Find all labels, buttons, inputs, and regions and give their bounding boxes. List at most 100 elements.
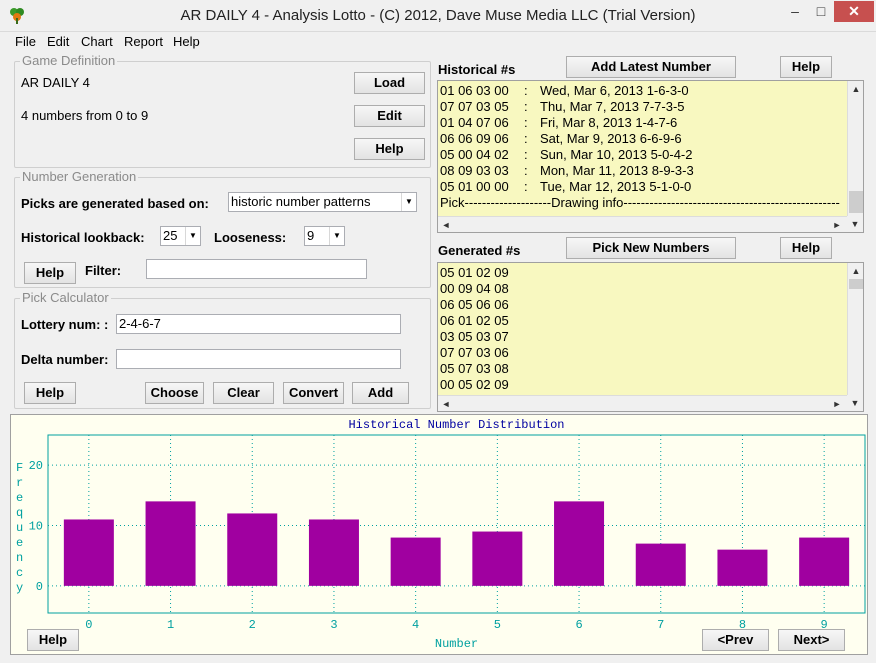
- picks-select[interactable]: historic number patterns ▼: [228, 192, 417, 212]
- chart-title: Historical Number Distribution: [348, 418, 564, 432]
- menu-help[interactable]: Help: [173, 34, 200, 49]
- historical-separator: :: [524, 115, 528, 130]
- historical-row[interactable]: 06 06 09 06: Sat, Mar 9, 2013 6-6-9-6: [440, 131, 682, 147]
- title-bar: AR DAILY 4 - Analysis Lotto - (C) 2012, …: [0, 0, 876, 32]
- x-tick-label: 4: [412, 618, 419, 632]
- looseness-select[interactable]: 9 ▼: [304, 226, 345, 246]
- generated-row[interactable]: 00 09 04 08: [440, 281, 509, 297]
- distribution-chart: Historical Number Distribution 0 10 20 0 1 2 3 4…: [16, 418, 866, 651]
- game-name: AR DAILY 4: [21, 75, 90, 90]
- scroll-right-arrow-icon[interactable]: ►: [829, 217, 845, 232]
- generated-row[interactable]: 03 05 03 07: [440, 329, 509, 345]
- y-axis-label: Frequency: [16, 461, 23, 595]
- menu-chart[interactable]: Chart: [81, 34, 113, 49]
- bar-4: [390, 537, 441, 586]
- historical-numbers: 08 09 03 03: [440, 163, 509, 178]
- game-description: 4 numbers from 0 to 9: [21, 108, 149, 123]
- generated-hscroll[interactable]: ◄ ►: [438, 395, 847, 411]
- historical-numbers: 07 07 03 05: [440, 99, 509, 114]
- generated-row[interactable]: 07 07 03 06: [440, 345, 509, 361]
- historical-hscroll[interactable]: ◄ ►: [438, 216, 847, 232]
- generated-row[interactable]: 05 07 03 08: [440, 361, 509, 377]
- historical-separator: :: [524, 147, 528, 162]
- historical-list[interactable]: 01 06 03 00: Wed, Mar 6, 2013 1-6-3-0 07 0…: [437, 80, 864, 233]
- lottery-num-input[interactable]: 2-4-6-7: [116, 314, 401, 334]
- historical-drawing-info: Mon, Mar 11, 2013 8-9-3-3: [540, 163, 694, 178]
- clear-button[interactable]: Clear: [213, 382, 274, 404]
- historical-row[interactable]: 05 01 00 00: Tue, Mar 12, 2013 5-1-0-0: [440, 179, 691, 195]
- generated-row[interactable]: 06 05 06 06: [440, 297, 509, 313]
- scroll-left-arrow-icon[interactable]: ◄: [438, 396, 454, 411]
- generated-vscroll[interactable]: ▲: [847, 263, 863, 395]
- historical-separator: :: [524, 163, 528, 178]
- generated-row[interactable]: 06 01 02 05: [440, 313, 509, 329]
- x-tick-label: 0: [85, 618, 92, 632]
- maximize-button[interactable]: □: [808, 1, 834, 22]
- historical-drawing-info: Sun, Mar 10, 2013 5-0-4-2: [540, 147, 693, 162]
- bar-8: [717, 549, 768, 586]
- calculator-help-button[interactable]: Help: [24, 382, 76, 404]
- menu-report[interactable]: Report: [124, 34, 163, 49]
- minimize-button[interactable]: –: [782, 1, 808, 22]
- x-tick-label: 2: [249, 618, 256, 632]
- historical-vscroll[interactable]: ▲: [847, 81, 863, 216]
- historical-separator: :: [524, 99, 528, 114]
- historical-row[interactable]: 01 06 03 00: Wed, Mar 6, 2013 1-6-3-0: [440, 83, 689, 99]
- x-tick-label: 1: [167, 618, 174, 632]
- edit-button[interactable]: Edit: [354, 105, 425, 127]
- historical-numbers: 01 06 03 00: [440, 83, 509, 98]
- window-title: AR DAILY 4 - Analysis Lotto - (C) 2012, …: [180, 7, 696, 24]
- bar-1: [145, 501, 196, 586]
- filter-input[interactable]: [146, 259, 367, 279]
- scroll-up-arrow-icon[interactable]: ▲: [848, 263, 863, 279]
- scroll-up-arrow-icon[interactable]: ▲: [848, 81, 863, 97]
- game-help-button[interactable]: Help: [354, 138, 425, 160]
- scroll-thumb[interactable]: [849, 191, 863, 213]
- distribution-chart-area: Historical Number Distribution 0 10 20 0 1 2 3 4…: [10, 414, 868, 655]
- choose-button[interactable]: Choose: [145, 382, 204, 404]
- historical-drawing-info: Wed, Mar 6, 2013 1-6-3-0: [540, 83, 689, 98]
- looseness-label: Looseness:: [214, 230, 287, 245]
- scroll-right-arrow-icon[interactable]: ►: [829, 396, 845, 411]
- generated-row[interactable]: 00 05 02 09: [440, 377, 509, 393]
- lottery-num-label: Lottery num: :: [21, 317, 109, 332]
- next-button[interactable]: Next>: [778, 629, 845, 651]
- generated-list[interactable]: 05 01 02 09 00 09 04 08 06 05 06 06 06 01 0…: [437, 262, 864, 412]
- add-latest-number-button[interactable]: Add Latest Number: [566, 56, 736, 78]
- historical-row[interactable]: 08 09 03 03: Mon, Mar 11, 2013 8-9-3-3: [440, 163, 694, 179]
- bar-9: [799, 537, 850, 586]
- generated-row[interactable]: 05 01 02 09: [440, 265, 509, 281]
- prev-button[interactable]: <Prev: [702, 629, 769, 651]
- add-button[interactable]: Add: [352, 382, 409, 404]
- historical-row[interactable]: 05 00 04 02: Sun, Mar 10, 2013 5-0-4-2: [440, 147, 692, 163]
- generated-help-button[interactable]: Help: [780, 237, 832, 259]
- historical-drawing-info: Thu, Mar 7, 2013 7-7-3-5: [540, 99, 685, 114]
- historical-heading: Historical #s: [438, 62, 516, 77]
- historical-drawing-info: Sat, Mar 9, 2013 6-6-9-6: [540, 131, 682, 146]
- historical-row[interactable]: 01 04 07 06: Fri, Mar 8, 2013 1-4-7-6: [440, 115, 677, 131]
- x-tick-label: 5: [494, 618, 501, 632]
- scroll-thumb[interactable]: [849, 279, 863, 289]
- menu-file[interactable]: File: [15, 34, 36, 49]
- lookback-select[interactable]: 25 ▼: [160, 226, 201, 246]
- number-generation-legend: Number Generation: [20, 169, 139, 184]
- load-button[interactable]: Load: [354, 72, 425, 94]
- generation-help-button[interactable]: Help: [24, 262, 76, 284]
- scroll-down-arrow-icon[interactable]: ▼: [847, 395, 863, 411]
- generated-heading: Generated #s: [438, 243, 521, 258]
- x-tick-label: 7: [657, 618, 664, 632]
- lookback-label: Historical lookback:: [21, 230, 145, 245]
- menu-edit[interactable]: Edit: [47, 34, 69, 49]
- y-tick-label: 20: [29, 459, 43, 473]
- scroll-left-arrow-icon[interactable]: ◄: [438, 217, 454, 232]
- historical-row[interactable]: 07 07 03 05: Thu, Mar 7, 2013 7-7-3-5: [440, 99, 685, 115]
- delta-number-input[interactable]: [116, 349, 401, 369]
- historical-help-button[interactable]: Help: [780, 56, 832, 78]
- filter-label: Filter:: [85, 263, 122, 278]
- chart-help-button[interactable]: Help: [27, 629, 79, 651]
- convert-button[interactable]: Convert: [283, 382, 344, 404]
- scroll-down-arrow-icon[interactable]: ▼: [847, 216, 863, 232]
- pick-new-numbers-button[interactable]: Pick New Numbers: [566, 237, 736, 259]
- close-button[interactable]: ✕: [834, 1, 874, 22]
- historical-numbers: 05 01 00 00: [440, 179, 509, 194]
